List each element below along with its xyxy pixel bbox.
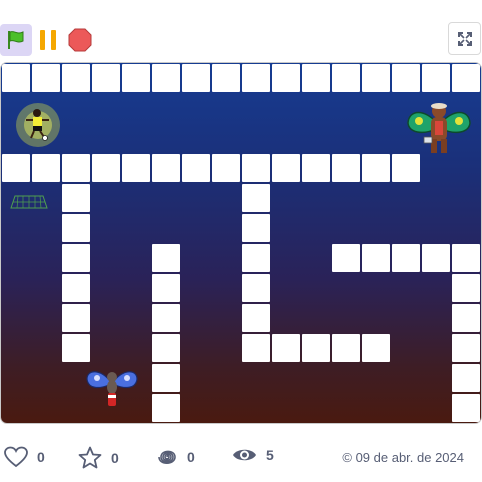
maze-wall-block <box>452 334 480 362</box>
maze-wall-block <box>362 244 390 272</box>
stop-button[interactable] <box>68 26 92 54</box>
maze-wall-block <box>62 244 90 272</box>
maze-wall-block <box>62 64 90 92</box>
maze-wall-block <box>62 304 90 332</box>
maze-wall-block <box>212 154 240 182</box>
maze-wall-block <box>62 154 90 182</box>
maze-wall-block <box>32 154 60 182</box>
game-stage[interactable] <box>1 63 481 423</box>
maze-wall-block <box>242 304 270 332</box>
maze-wall-block <box>122 154 150 182</box>
star-icon <box>78 446 102 469</box>
maze-wall-block <box>152 364 180 392</box>
heart-icon <box>4 446 28 468</box>
maze-wall-block <box>152 304 180 332</box>
pause-icon <box>40 30 56 50</box>
favorites-count: 0 <box>111 449 119 466</box>
maze-wall-block <box>152 154 180 182</box>
remixes-stat[interactable]: 0 <box>156 446 195 468</box>
maze-wall-block <box>152 64 180 92</box>
stop-icon <box>68 28 92 52</box>
maze-wall-block <box>272 64 300 92</box>
maze-wall-block <box>242 334 270 362</box>
maze-wall-block <box>92 64 120 92</box>
maze-wall-block <box>362 334 390 362</box>
maze-wall-block <box>242 214 270 242</box>
goal-net-sprite <box>10 195 48 209</box>
maze-wall-block <box>62 214 90 242</box>
green-flag-icon <box>8 31 24 49</box>
maze-wall-block <box>32 64 60 92</box>
maze-wall-block <box>152 244 180 272</box>
maze-wall-block <box>452 364 480 392</box>
likes-count: 0 <box>37 449 45 465</box>
soccer-player-sprite[interactable] <box>15 103 61 147</box>
views-stat: 5 <box>232 446 274 464</box>
pause-button[interactable] <box>38 26 60 54</box>
maze-wall-block <box>392 64 420 92</box>
maze-wall-block <box>152 394 180 422</box>
maze-wall-block <box>392 244 420 272</box>
remixes-count: 0 <box>187 449 195 465</box>
blue-butterfly-sprite[interactable] <box>85 367 139 411</box>
maze-wall-block <box>272 154 300 182</box>
maze-wall-block <box>62 184 90 212</box>
fullscreen-button[interactable] <box>448 22 481 55</box>
favorites-stat[interactable]: 0 <box>78 446 119 469</box>
maze-wall-block <box>332 244 360 272</box>
maze-wall-block <box>242 154 270 182</box>
views-count: 5 <box>266 447 274 463</box>
maze-wall-block <box>242 184 270 212</box>
maze-wall-block <box>242 244 270 272</box>
maze-wall-block <box>62 334 90 362</box>
maze-wall-block <box>182 154 210 182</box>
maze-wall-block <box>2 64 30 92</box>
maze-wall-block <box>302 154 330 182</box>
maze-wall-block <box>122 64 150 92</box>
maze-wall-block <box>62 274 90 302</box>
project-stats-bar: 0 0 0 5 © 09 de abr. de 2024 <box>0 440 482 474</box>
maze-wall-block <box>362 64 390 92</box>
remix-spiral-icon <box>158 450 176 464</box>
maze-wall-block <box>422 244 450 272</box>
maze-wall-block <box>332 334 360 362</box>
maze-wall-block <box>212 64 240 92</box>
maze-wall-block <box>332 154 360 182</box>
bear-butterfly-sprite[interactable] <box>405 101 473 163</box>
maze-wall-block <box>2 154 30 182</box>
fullscreen-icon <box>457 31 472 46</box>
maze-wall-block <box>452 64 480 92</box>
maze-wall-block <box>302 334 330 362</box>
maze-wall-block <box>242 64 270 92</box>
maze-wall-block <box>422 64 450 92</box>
player-controls <box>0 22 482 58</box>
maze-wall-block <box>452 274 480 302</box>
maze-wall-block <box>452 304 480 332</box>
maze-wall-block <box>92 154 120 182</box>
share-date: © 09 de abr. de 2024 <box>342 450 464 465</box>
maze-wall-block <box>272 334 300 362</box>
likes-stat[interactable]: 0 <box>4 446 45 468</box>
maze-wall-block <box>242 274 270 302</box>
maze-wall-block <box>152 334 180 362</box>
eye-icon <box>233 449 256 461</box>
maze-wall-block <box>302 64 330 92</box>
green-flag-button[interactable] <box>0 24 32 56</box>
maze-wall-block <box>452 244 480 272</box>
maze-wall-block <box>152 274 180 302</box>
maze-wall-block <box>332 64 360 92</box>
maze-wall-block <box>182 64 210 92</box>
maze-wall-block <box>362 154 390 182</box>
maze-wall-block <box>452 394 480 422</box>
